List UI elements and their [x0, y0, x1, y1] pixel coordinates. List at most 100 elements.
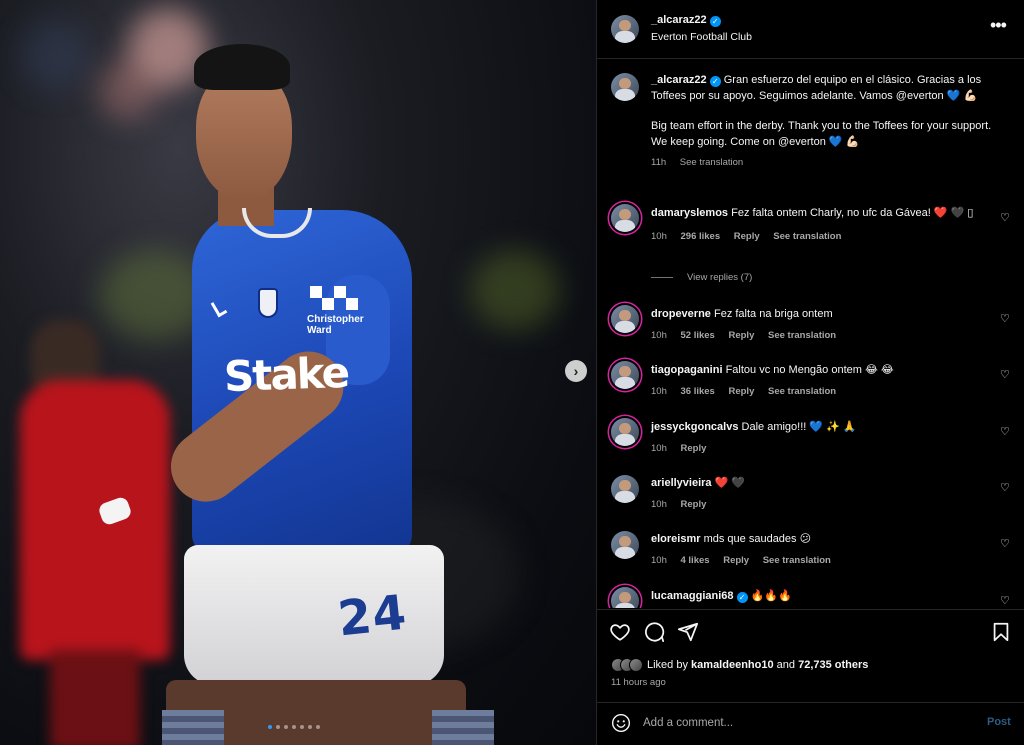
comment-username[interactable]: damaryslemos	[651, 207, 728, 219]
caption-time: 11h	[651, 157, 667, 168]
avatar	[629, 658, 643, 672]
comment-time: 10h	[651, 330, 667, 341]
comment-username[interactable]: dropeverne	[651, 308, 711, 320]
comment-text: mds que saudades 😕	[703, 533, 812, 545]
comment-time: 10h	[651, 231, 667, 242]
caption-username[interactable]: _alcaraz22	[651, 74, 707, 86]
reply-button[interactable]: Reply	[728, 386, 754, 397]
comment-username[interactable]: ariellyvieira	[651, 477, 712, 489]
comment-likes-link[interactable]: 296 likes	[681, 231, 721, 242]
bookmark-icon[interactable]	[990, 621, 1012, 643]
comment-text: ❤️ 🖤	[714, 477, 746, 489]
post-caption: _alcaraz22 ✓ Gran esfuerzo del equipo en …	[651, 73, 1006, 171]
comment-text: 🔥🔥🔥	[750, 590, 792, 602]
add-comment-bar: Post	[597, 702, 1024, 745]
carousel-dot	[276, 725, 280, 729]
comment-text: Faltou vc no Mengão ontem 😂 😂	[725, 364, 894, 376]
comment-text: Dale amigo!!! 💙 ✨ 🙏	[741, 421, 857, 433]
post-viewer: Christopher Ward Stake 24 › _alcaraz22 ✓ …	[0, 0, 1024, 745]
like-heart-icon[interactable]	[609, 621, 631, 643]
reply-button[interactable]: Reply	[734, 231, 760, 242]
comment-likes-link[interactable]: 52 likes	[681, 330, 715, 341]
see-translation-link[interactable]: See translation	[680, 157, 743, 168]
like-comment-heart-icon[interactable]: ♡	[1000, 312, 1010, 325]
comment-username[interactable]: lucamaggiani68	[651, 590, 734, 602]
comment-item: damaryslemos Fez falta ontem Charly, no …	[651, 206, 996, 244]
club-crest	[258, 288, 278, 318]
comment-item: lucamaggiani68 ✓ 🔥🔥🔥	[651, 589, 996, 604]
avatar[interactable]	[611, 418, 639, 446]
comment-item: tiagopaganini Faltou vc no Mengão ontem …	[651, 363, 996, 399]
comment-username[interactable]: jessyckgoncalvs	[651, 421, 738, 433]
others-likes-link[interactable]: 72,735 others	[798, 659, 868, 671]
avatar[interactable]	[611, 361, 639, 389]
caption-text-en: Big team effort in the derby. Thank you …	[651, 120, 992, 148]
more-options-button[interactable]: •••	[990, 16, 1007, 34]
see-translation-link[interactable]: See translation	[763, 555, 831, 566]
reply-button[interactable]: Reply	[723, 555, 749, 566]
avatar[interactable]	[611, 305, 639, 333]
see-translation-link[interactable]: See translation	[768, 386, 836, 397]
shorts-number: 24	[335, 584, 410, 648]
comment-item: ariellyvieira ❤️ 🖤 10h Reply	[651, 476, 996, 512]
avatar[interactable]	[611, 204, 639, 232]
more-horizontal-icon: •••	[990, 15, 1007, 35]
comment-likes-link[interactable]: 4 likes	[681, 555, 710, 566]
chevron-right-icon: ›	[573, 363, 579, 379]
reply-button[interactable]: Reply	[681, 499, 707, 510]
main-player: Christopher Ward Stake 24	[96, 40, 516, 745]
emoji-icon[interactable]	[611, 713, 631, 733]
comment-likes-link[interactable]: 36 likes	[681, 386, 715, 397]
comment-item: jessyckgoncalvs Dale amigo!!! 💙 ✨ 🙏 10h …	[651, 420, 996, 456]
carousel-dot	[292, 725, 296, 729]
comment-username[interactable]: eloreismr	[651, 533, 701, 545]
comment-input[interactable]	[643, 711, 963, 735]
avatar[interactable]	[611, 15, 639, 43]
avatar[interactable]	[611, 587, 639, 608]
comment-time: 10h	[651, 555, 667, 566]
reply-button[interactable]: Reply	[681, 443, 707, 454]
avatar[interactable]	[611, 475, 639, 503]
see-translation-link[interactable]: See translation	[773, 231, 841, 242]
like-comment-heart-icon[interactable]: ♡	[1000, 481, 1010, 494]
comment-username[interactable]: tiagopaganini	[651, 364, 723, 376]
bokeh-light	[20, 20, 90, 90]
post-comment-button[interactable]: Post	[987, 716, 1011, 728]
carousel-dot	[300, 725, 304, 729]
post-timestamp[interactable]: 11 hours ago	[611, 677, 666, 688]
author-subtitle[interactable]: Everton Football Club	[651, 31, 752, 43]
view-replies-button[interactable]: View replies (7)	[651, 272, 752, 283]
comment-item: eloreismr mds que saudades 😕 10h 4 likes…	[651, 532, 996, 568]
avatar[interactable]	[611, 73, 639, 101]
post-media[interactable]: Christopher Ward Stake 24 ›	[0, 0, 596, 745]
author-username[interactable]: _alcaraz22	[651, 14, 707, 26]
comment-time: 10h	[651, 499, 667, 510]
likes-summary[interactable]: Liked by kamaldeenho10 and 72,735 others	[611, 658, 868, 672]
comment-text: Fez falta na briga ontem	[713, 308, 833, 320]
see-translation-link[interactable]: See translation	[768, 330, 836, 341]
comment-time: 10h	[651, 386, 667, 397]
verified-icon: ✓	[709, 76, 721, 87]
shirt-sponsor: Stake	[223, 347, 349, 402]
comments-list[interactable]: _alcaraz22 ✓ Gran esfuerzo del equipo en …	[597, 60, 1024, 608]
sponsor-logo	[310, 286, 358, 310]
share-send-icon[interactable]	[677, 621, 699, 643]
post-sidebar: _alcaraz22 ✓ Everton Football Club ••• _a…	[596, 0, 1024, 745]
post-header: _alcaraz22 ✓ Everton Football Club •••	[597, 0, 1024, 59]
carousel-next-button[interactable]: ›	[565, 360, 587, 382]
verified-icon: ✓	[736, 592, 748, 603]
like-comment-heart-icon[interactable]: ♡	[1000, 368, 1010, 381]
like-comment-heart-icon[interactable]: ♡	[1000, 537, 1010, 550]
carousel-dot	[316, 725, 320, 729]
like-comment-heart-icon[interactable]: ♡	[1000, 425, 1010, 438]
like-comment-heart-icon[interactable]: ♡	[1000, 211, 1010, 224]
comment-text: Fez falta ontem Charly, no ufc da Gávea!…	[731, 207, 974, 219]
avatar[interactable]	[611, 531, 639, 559]
comment-time: 10h	[651, 443, 667, 454]
sleeve-sponsor: Christopher Ward	[307, 314, 364, 336]
like-comment-heart-icon[interactable]: ♡	[1000, 594, 1010, 607]
liked-by-user-link[interactable]: kamaldeenho10	[691, 659, 774, 671]
post-actions: Liked by kamaldeenho10 and 72,735 others…	[597, 609, 1024, 702]
comment-icon[interactable]	[643, 621, 665, 643]
reply-button[interactable]: Reply	[728, 330, 754, 341]
